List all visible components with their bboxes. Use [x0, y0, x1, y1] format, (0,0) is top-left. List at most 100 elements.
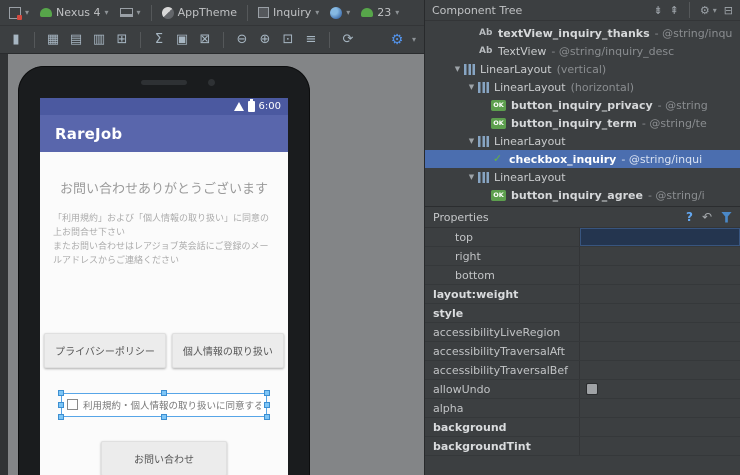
component-tree-title: Component Tree [432, 3, 523, 17]
tree-item-checkbox-inquiry[interactable]: ✓ checkbox_inquiry - @string/inqui [425, 150, 740, 168]
property-value[interactable] [580, 437, 740, 455]
tree-item-linearlayout-3[interactable]: ▼ LinearLayout [425, 168, 740, 186]
expand-arrow-icon[interactable]: ▼ [465, 137, 478, 145]
allow-undo-checkbox[interactable] [586, 383, 598, 395]
zoom-in-icon[interactable]: ⊕ [257, 32, 273, 47]
property-row-right[interactable]: right [425, 247, 740, 266]
variants-icon[interactable]: ▮ [8, 32, 24, 47]
zoom-out-icon[interactable]: ⊖ [234, 32, 250, 47]
property-value[interactable] [580, 304, 740, 322]
property-row-alpha[interactable]: alpha [425, 399, 740, 418]
designer-surface-selector[interactable]: ▾ [5, 5, 33, 21]
activity-selector[interactable]: Inquiry ▾ [254, 4, 323, 21]
settings-gear-icon[interactable]: ⚙ [389, 32, 405, 48]
orientation-selector[interactable]: ▾ [116, 6, 145, 19]
thanks-textview[interactable]: お問い合わせありがとうございます [40, 178, 288, 197]
device-selector[interactable]: Nexus 4 ▾ [36, 4, 113, 21]
selection-handle[interactable] [161, 389, 167, 396]
tree-item-textview-desc[interactable]: Ab TextView - @string/inquiry_desc [425, 42, 740, 60]
property-name[interactable]: background [425, 418, 580, 436]
submit-inquiry-button[interactable]: お問い合わせ [101, 440, 227, 475]
property-value[interactable] [580, 266, 740, 284]
help-icon[interactable]: ? [686, 210, 693, 224]
tree-item-detail: (horizontal) [570, 80, 635, 94]
property-name[interactable]: accessibilityTraversalBef [425, 361, 580, 379]
lines-icon[interactable]: ≡ [303, 32, 319, 47]
property-value[interactable] [580, 418, 740, 436]
undo-icon[interactable]: ↶ [702, 210, 712, 224]
theme-selector[interactable]: AppTheme [158, 4, 241, 21]
description-textview[interactable]: 「利用規約」および「個人情報の取り扱い」に同意の上お問合せ下さい またお問い合わ… [53, 213, 275, 269]
blueprint-mode-icon[interactable]: ▤ [68, 32, 84, 47]
property-value[interactable] [580, 247, 740, 265]
property-name[interactable]: backgroundTint [425, 437, 580, 455]
selection-handle[interactable] [58, 389, 64, 396]
tree-item-textview-thanks[interactable]: Ab textView_inquiry_thanks - @string/inq… [425, 24, 740, 42]
property-row-top[interactable]: top [425, 228, 740, 247]
scroll-down-icon[interactable]: ⇟ [653, 4, 662, 17]
scroll-up-icon[interactable]: ⇞ [670, 4, 679, 17]
expand-arrow-icon[interactable]: ▼ [451, 65, 464, 73]
expand-arrow-icon[interactable]: ▼ [465, 173, 478, 181]
tree-item-linearlayout-2[interactable]: ▼ LinearLayout [425, 132, 740, 150]
property-row-background-tint[interactable]: backgroundTint [425, 437, 740, 456]
selection-handle[interactable] [58, 401, 64, 408]
property-row-bottom[interactable]: bottom [425, 266, 740, 285]
property-row-accessibility-traversal-after[interactable]: accessibilityTraversalAft [425, 342, 740, 361]
property-value[interactable] [580, 380, 740, 398]
design-surface[interactable]: 6:00 RareJob お問い合わせありがとうございます 「利用規約」および「… [0, 54, 424, 475]
sum-icon[interactable]: Σ [151, 32, 167, 47]
property-row-background[interactable]: background [425, 418, 740, 437]
property-name[interactable]: right [425, 247, 580, 265]
property-row-accessibility-traversal-before[interactable]: accessibilityTraversalBef [425, 361, 740, 380]
property-name[interactable]: accessibilityLiveRegion [425, 323, 580, 341]
gear-icon[interactable]: ⚙ [700, 4, 710, 17]
checkbox-box[interactable] [67, 399, 78, 411]
hide-panel-icon[interactable]: ⊟ [724, 4, 733, 17]
orientation-icon[interactable]: ▥ [91, 32, 107, 47]
selection-handle[interactable] [264, 401, 270, 408]
property-row-layout-weight[interactable]: layout:weight [425, 285, 740, 304]
grid-icon[interactable]: ⊞ [114, 32, 130, 47]
property-name[interactable]: style [425, 304, 580, 322]
design-mode-icon[interactable]: ▦ [45, 32, 61, 47]
tree-item-button-privacy[interactable]: OK button_inquiry_privacy - @string [425, 96, 740, 114]
refresh-icon[interactable]: ⟳ [340, 32, 356, 47]
tree-item-button-agree[interactable]: OK button_inquiry_agree - @string/i [425, 186, 740, 204]
property-name[interactable]: accessibilityTraversalAft [425, 342, 580, 360]
selection-handle[interactable] [58, 413, 64, 420]
selection-handle[interactable] [161, 413, 167, 420]
property-row-allow-undo[interactable]: allowUndo [425, 380, 740, 399]
property-name[interactable]: top [425, 228, 580, 246]
tree-item-linearlayout-horizontal[interactable]: ▼ LinearLayout (horizontal) [425, 78, 740, 96]
status-time: 6:00 [258, 101, 281, 112]
property-value[interactable] [580, 285, 740, 303]
property-row-style[interactable]: style [425, 304, 740, 323]
expand-arrow-icon[interactable]: ▼ [465, 83, 478, 91]
selection-handle[interactable] [264, 389, 270, 396]
property-name[interactable]: layout:weight [425, 285, 580, 303]
property-value[interactable] [580, 399, 740, 417]
tree-item-button-term[interactable]: OK button_inquiry_term - @string/te [425, 114, 740, 132]
terms-button[interactable]: 個人情報の取り扱い [171, 332, 284, 368]
zoom-fit-icon[interactable]: ⊡ [280, 32, 296, 47]
preview-panel-icon[interactable]: ▣ [174, 32, 190, 47]
close-variant-icon[interactable]: ⊠ [197, 32, 213, 47]
property-value[interactable] [580, 361, 740, 379]
property-name[interactable]: bottom [425, 266, 580, 284]
selected-checkbox-widget[interactable]: 利用規約・個人情報の取り扱いに同意する [58, 389, 270, 420]
tree-item-label: LinearLayout [480, 62, 552, 76]
filter-icon[interactable] [721, 211, 732, 223]
property-value[interactable] [580, 323, 740, 341]
property-value[interactable] [580, 228, 740, 246]
locale-selector[interactable]: ▾ [326, 5, 354, 21]
api-version-selector[interactable]: 23 ▾ [357, 4, 403, 21]
selection-handle[interactable] [264, 413, 270, 420]
property-name[interactable]: alpha [425, 399, 580, 417]
privacy-policy-button[interactable]: プライバシーポリシー [44, 332, 166, 368]
property-name[interactable]: allowUndo [425, 380, 580, 398]
property-value[interactable] [580, 342, 740, 360]
tree-item-linearlayout-vertical[interactable]: ▼ LinearLayout (vertical) [425, 60, 740, 78]
api-label: 23 [377, 6, 392, 19]
property-row-accessibility-live-region[interactable]: accessibilityLiveRegion [425, 323, 740, 342]
